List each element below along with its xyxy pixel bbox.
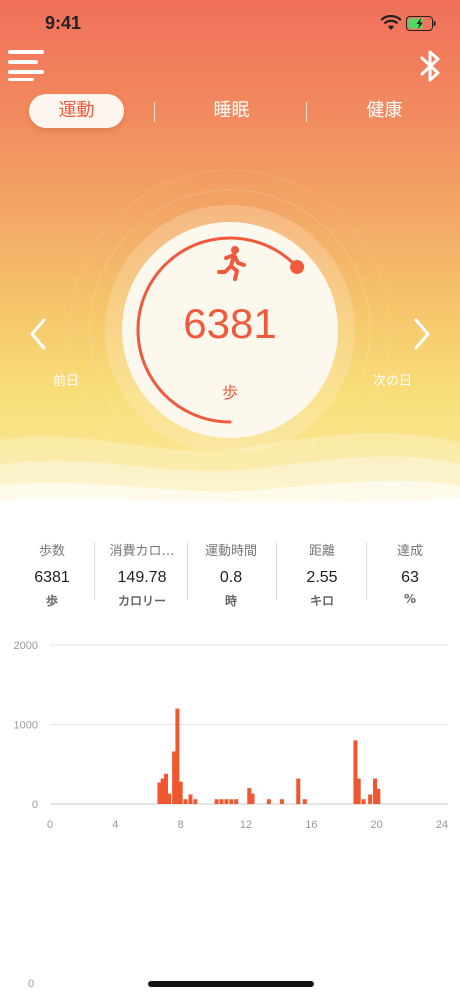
chart-bar	[178, 781, 183, 804]
chart-bar	[296, 778, 301, 804]
next-day-link[interactable]: 次の日	[373, 370, 412, 389]
chart-bar	[266, 799, 271, 804]
chart-bar	[229, 799, 234, 804]
stat-exercise-time: 運動時間 0.8 時	[185, 540, 277, 609]
chart-bar	[188, 794, 193, 804]
tab-divider	[306, 102, 307, 122]
step-count: 6381	[183, 300, 277, 347]
menu-icon[interactable]	[8, 46, 48, 82]
x-tick-label: 12	[240, 819, 252, 831]
chart-bars	[157, 708, 381, 804]
stat-value: 63	[401, 569, 419, 586]
goal-progress-knob	[290, 260, 305, 275]
chart-bar	[376, 788, 381, 804]
stat-unit: %	[403, 592, 417, 606]
chart-bar	[183, 799, 188, 804]
y-tick-label: 0	[32, 799, 38, 811]
chart-bar	[279, 799, 284, 804]
stat-calories: 消費カロ… 149.78 カロリー	[96, 540, 188, 609]
x-tick-label: 16	[305, 819, 317, 831]
chart-bar	[302, 799, 307, 804]
x-tick-label: 20	[371, 819, 383, 831]
y-tick-label: 2000	[14, 640, 38, 652]
wifi-icon	[380, 15, 402, 30]
stat-value: 149.78	[117, 569, 167, 586]
activity-hero: 9:41 運動 睡眠 健康 6381 歩 前日 次の日	[0, 0, 460, 510]
daily-stats: 歩数 6381 歩 消費カロ… 149.78 カロリー 運動時間 0.8 時 距…	[0, 530, 460, 615]
stat-unit: カロリー	[117, 594, 166, 608]
stat-label: 達成	[396, 544, 423, 559]
x-tick-label: 8	[178, 819, 184, 831]
chart-bar	[219, 799, 224, 804]
battery-icon	[406, 16, 436, 31]
chevron-left-icon[interactable]	[28, 316, 48, 352]
stat-achievement: 達成 63 %	[364, 540, 456, 606]
chart-bar	[167, 793, 172, 804]
tab-health[interactable]: 健康	[337, 94, 432, 128]
stat-distance: 距離 2.55 キロ	[276, 540, 368, 609]
stat-value: 6381	[34, 569, 70, 586]
chart-bar	[368, 794, 373, 804]
stat-steps: 歩数 6381 歩	[6, 540, 98, 609]
x-tick-label: 24	[436, 819, 448, 831]
step-unit: 歩	[221, 383, 238, 402]
step-ring-area: 6381 歩 前日 次の日	[0, 150, 460, 450]
chart-bar	[214, 799, 219, 804]
chart-bar	[193, 799, 198, 804]
chart-x-ticks: 0 4 8 12 16 20 24	[47, 819, 448, 831]
x-tick-label: 4	[112, 819, 118, 831]
tab-exercise[interactable]: 運動	[29, 94, 124, 128]
status-bar: 9:41	[0, 0, 460, 46]
stat-value: 2.55	[306, 569, 338, 586]
chart-bar	[234, 799, 239, 804]
stat-label: 運動時間	[204, 544, 257, 559]
chart-bar	[224, 799, 229, 804]
stat-value: 0.8	[219, 569, 243, 586]
chart-bar	[250, 793, 255, 804]
stat-label: 歩数	[38, 544, 65, 559]
bluetooth-icon[interactable]	[416, 48, 444, 84]
hourly-steps-chart: 0 1000 2000 0 4 8 12 16 20 24	[14, 640, 449, 831]
chart-bar	[356, 778, 361, 804]
lower-chart-zero-label: 0	[28, 978, 35, 990]
chart-grid: 0 1000 2000	[14, 640, 448, 811]
chart-bar	[361, 799, 366, 804]
previous-day-link[interactable]: 前日	[53, 370, 79, 389]
tab-sleep[interactable]: 睡眠	[184, 94, 279, 128]
stat-unit: 時	[224, 594, 237, 608]
stat-unit: キロ	[309, 594, 334, 608]
stat-divider	[94, 542, 95, 600]
category-tabs: 運動 睡眠 健康	[0, 94, 460, 128]
wave-decoration	[0, 433, 460, 510]
y-tick-label: 1000	[14, 720, 38, 732]
home-indicator[interactable]	[148, 981, 314, 987]
stat-label: 距離	[308, 544, 335, 559]
chevron-right-icon[interactable]	[412, 316, 432, 352]
tab-divider	[154, 102, 155, 122]
status-time: 9:41	[45, 13, 82, 33]
stat-unit: 歩	[45, 594, 58, 608]
x-tick-label: 0	[47, 819, 53, 831]
stat-label: 消費カロ…	[109, 544, 175, 559]
